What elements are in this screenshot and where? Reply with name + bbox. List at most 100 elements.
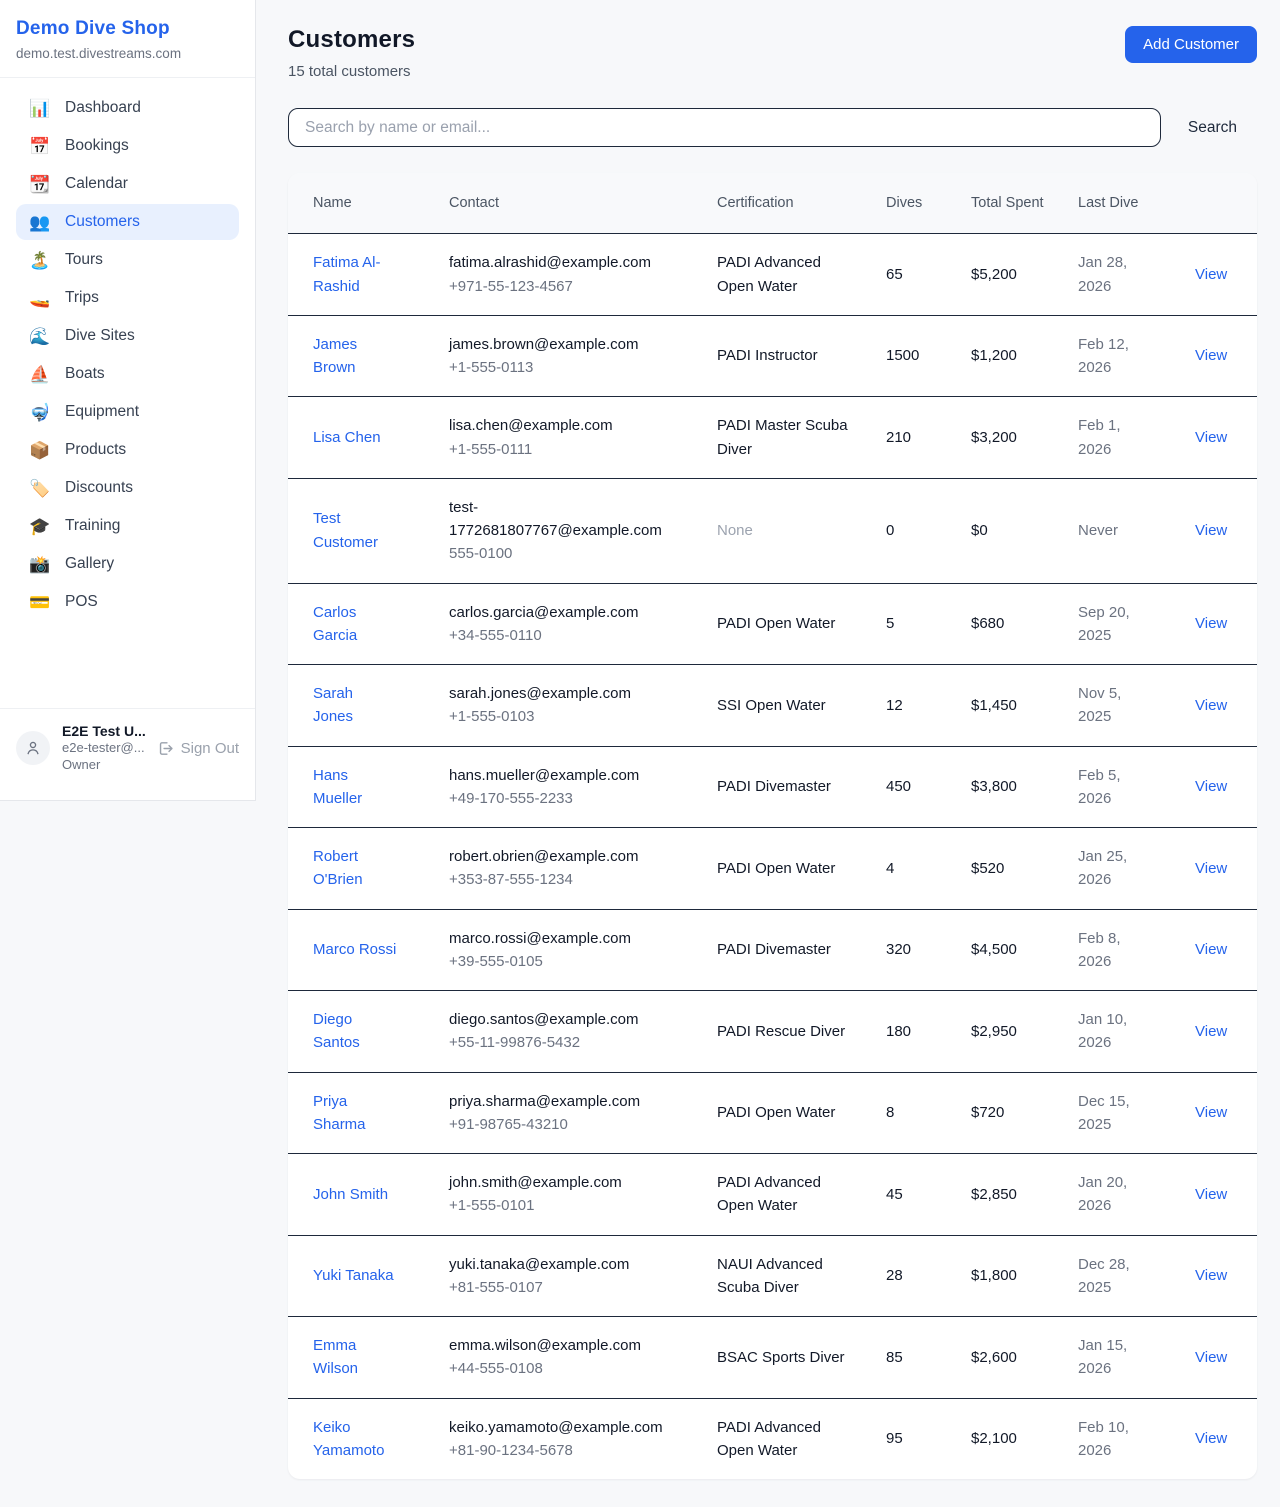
- customer-name-link[interactable]: Hans Mueller: [313, 767, 362, 807]
- customer-phone: +91-98765-43210: [449, 1113, 685, 1136]
- view-link[interactable]: View: [1195, 1186, 1227, 1203]
- column-actions: [1169, 173, 1257, 234]
- sidebar-item[interactable]: 👥 Customers: [16, 204, 239, 240]
- sidebar-item[interactable]: 📸 Gallery: [16, 546, 239, 582]
- view-link[interactable]: View: [1195, 941, 1227, 958]
- sidebar-item[interactable]: 🎓 Training: [16, 508, 239, 544]
- customer-certification: None: [717, 522, 753, 539]
- cell-dives: 8: [870, 1072, 955, 1154]
- sidebar-item[interactable]: 📊 Dashboard: [16, 90, 239, 126]
- nav-item-label: Trips: [65, 289, 99, 307]
- view-link[interactable]: View: [1195, 1104, 1227, 1121]
- nav-item-icon: 📊: [29, 100, 51, 117]
- view-link[interactable]: View: [1195, 266, 1227, 283]
- cell-total-spent: $1,450: [955, 665, 1062, 747]
- sidebar-item[interactable]: 📦 Products: [16, 432, 239, 468]
- sidebar-nav: 📊 Dashboard 📅 Bookings 📆 Calendar 👥 Cust…: [0, 78, 255, 708]
- sidebar-item[interactable]: 🌊 Dive Sites: [16, 318, 239, 354]
- cell-last-dive: Dec 28, 2025: [1062, 1235, 1169, 1317]
- cell-view: View: [1169, 828, 1257, 910]
- nav-item-label: Calendar: [65, 175, 128, 193]
- cell-last-dive: Feb 10, 2026: [1062, 1398, 1169, 1479]
- cell-certification: PADI Instructor: [701, 315, 870, 397]
- view-link[interactable]: View: [1195, 1430, 1227, 1447]
- sidebar-item[interactable]: 🏷️ Discounts: [16, 470, 239, 506]
- sidebar-item[interactable]: 📆 Calendar: [16, 166, 239, 202]
- cell-last-dive: Jan 10, 2026: [1062, 991, 1169, 1073]
- column-dives: Dives: [870, 173, 955, 234]
- cell-contact: sarah.jones@example.com +1-555-0103: [433, 665, 701, 747]
- view-link[interactable]: View: [1195, 1267, 1227, 1284]
- view-link[interactable]: View: [1195, 1023, 1227, 1040]
- sidebar-item[interactable]: 💳 POS: [16, 584, 239, 620]
- column-name: Name: [288, 173, 433, 234]
- customer-name-link[interactable]: Emma Wilson: [313, 1337, 358, 1377]
- customer-certification: PADI Divemaster: [717, 778, 831, 795]
- customer-row: Priya Sharma priya.sharma@example.com +9…: [288, 1072, 1257, 1154]
- customer-certification: PADI Open Water: [717, 860, 835, 877]
- view-link[interactable]: View: [1195, 429, 1227, 446]
- cell-certification: BSAC Sports Diver: [701, 1317, 870, 1399]
- cell-last-dive: Feb 8, 2026: [1062, 909, 1169, 991]
- sidebar: Demo Dive Shop demo.test.divestreams.com…: [0, 0, 256, 801]
- customers-table: Name Contact Certification Dives Total S…: [288, 173, 1257, 1479]
- sign-out-button[interactable]: Sign Out: [157, 740, 239, 757]
- view-link[interactable]: View: [1195, 860, 1227, 877]
- avatar: [16, 731, 50, 765]
- customer-name-link[interactable]: Diego Santos: [313, 1011, 360, 1051]
- cell-total-spent: $520: [955, 828, 1062, 910]
- view-link[interactable]: View: [1195, 522, 1227, 539]
- sidebar-item[interactable]: 🏝️ Tours: [16, 242, 239, 278]
- customer-name-link[interactable]: Lisa Chen: [313, 429, 381, 446]
- cell-contact: marco.rossi@example.com +39-555-0105: [433, 909, 701, 991]
- cell-contact: carlos.garcia@example.com +34-555-0110: [433, 583, 701, 665]
- cell-total-spent: $3,800: [955, 746, 1062, 828]
- customer-phone: 555-0100: [449, 542, 685, 565]
- sidebar-item[interactable]: 🚤 Trips: [16, 280, 239, 316]
- customer-name-link[interactable]: Keiko Yamamoto: [313, 1419, 384, 1459]
- customer-name-link[interactable]: James Brown: [313, 336, 357, 376]
- cell-certification: PADI Open Water: [701, 583, 870, 665]
- nav-item-label: POS: [65, 593, 98, 611]
- sidebar-item[interactable]: 📅 Bookings: [16, 128, 239, 164]
- add-customer-button[interactable]: Add Customer: [1125, 26, 1257, 63]
- customer-certification: PADI Master Scuba Diver: [717, 417, 848, 457]
- customer-certification: PADI Advanced Open Water: [717, 254, 821, 294]
- cell-contact: test-1772681807767@example.com 555-0100: [433, 478, 701, 583]
- customers-table-card: Name Contact Certification Dives Total S…: [288, 173, 1257, 1479]
- search-button[interactable]: Search: [1188, 119, 1237, 137]
- search-input[interactable]: [288, 108, 1161, 147]
- customer-phone: +49-170-555-2233: [449, 787, 685, 810]
- customer-name-link[interactable]: Yuki Tanaka: [313, 1267, 394, 1284]
- cell-name: Diego Santos: [288, 991, 433, 1073]
- cell-contact: yuki.tanaka@example.com +81-555-0107: [433, 1235, 701, 1317]
- cell-dives: 65: [870, 234, 955, 316]
- view-link[interactable]: View: [1195, 615, 1227, 632]
- cell-view: View: [1169, 1154, 1257, 1236]
- cell-contact: fatima.alrashid@example.com +971-55-123-…: [433, 234, 701, 316]
- customer-name-link[interactable]: Carlos Garcia: [313, 604, 357, 644]
- cell-name: Robert O'Brien: [288, 828, 433, 910]
- sidebar-item[interactable]: 🤿 Equipment: [16, 394, 239, 430]
- customer-row: Fatima Al-Rashid fatima.alrashid@example…: [288, 234, 1257, 316]
- view-link[interactable]: View: [1195, 347, 1227, 364]
- nav-item-icon: 👥: [29, 214, 51, 231]
- nav-item-icon: 🏝️: [29, 252, 51, 269]
- customer-name-link[interactable]: Priya Sharma: [313, 1093, 366, 1133]
- shop-domain: demo.test.divestreams.com: [16, 46, 239, 61]
- customer-name-link[interactable]: John Smith: [313, 1186, 388, 1203]
- sidebar-item[interactable]: ⛵ Boats: [16, 356, 239, 392]
- view-link[interactable]: View: [1195, 778, 1227, 795]
- sign-out-icon: [157, 740, 174, 757]
- cell-contact: priya.sharma@example.com +91-98765-43210: [433, 1072, 701, 1154]
- customer-name-link[interactable]: Robert O'Brien: [313, 848, 363, 888]
- cell-name: John Smith: [288, 1154, 433, 1236]
- view-link[interactable]: View: [1195, 1349, 1227, 1366]
- customer-name-link[interactable]: Marco Rossi: [313, 941, 396, 958]
- customer-name-link[interactable]: Fatima Al-Rashid: [313, 254, 381, 294]
- cell-dives: 4: [870, 828, 955, 910]
- view-link[interactable]: View: [1195, 697, 1227, 714]
- nav-item-label: Equipment: [65, 403, 139, 421]
- customer-name-link[interactable]: Sarah Jones: [313, 685, 353, 725]
- customer-name-link[interactable]: Test Customer: [313, 510, 378, 550]
